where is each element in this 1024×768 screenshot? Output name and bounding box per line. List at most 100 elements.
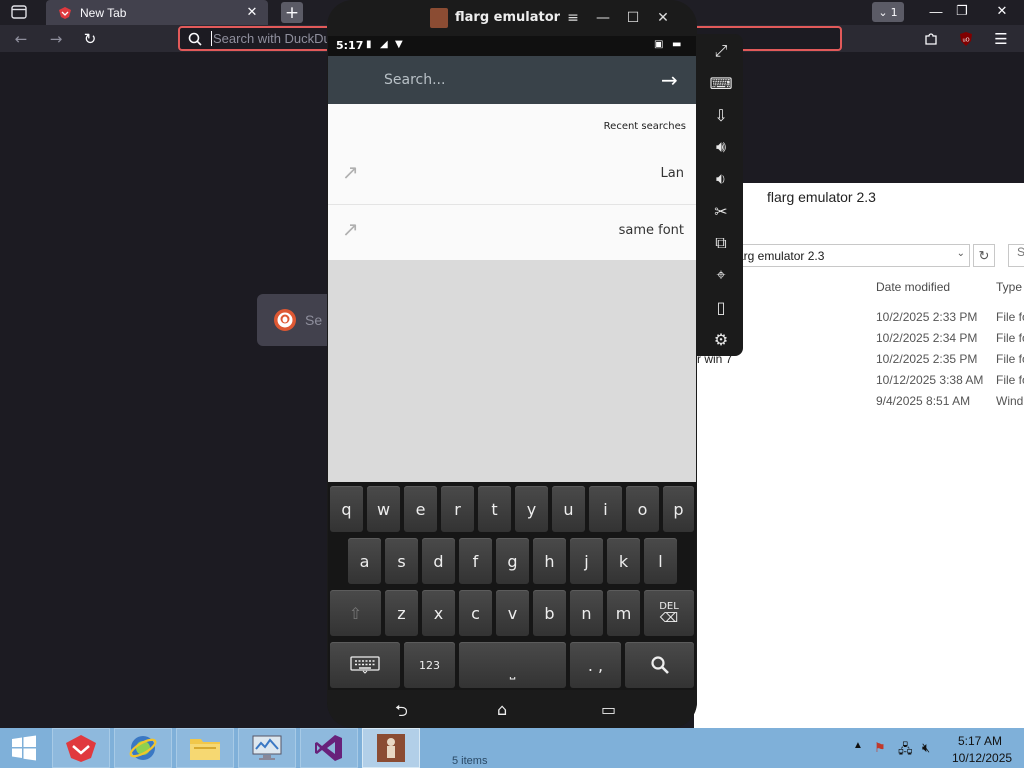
windows-logo-icon <box>12 735 36 761</box>
explorer-status-items: 5 items <box>452 755 488 767</box>
shift-key[interactable]: ⇧ <box>330 590 381 636</box>
search-field[interactable]: S <box>1008 244 1024 267</box>
screenshot-icon[interactable]: ✂ <box>710 200 732 222</box>
key-q[interactable]: q <box>330 486 363 532</box>
search-input[interactable]: Search... <box>384 72 445 88</box>
column-date-modified[interactable]: Date modified <box>876 280 950 294</box>
install-apk-icon[interactable]: ⇩ <box>710 104 732 126</box>
key-i[interactable]: i <box>589 486 622 532</box>
key-w[interactable]: w <box>367 486 400 532</box>
settings-icon[interactable]: ⚙ <box>710 328 732 350</box>
location-icon[interactable]: ⌖ <box>710 264 732 286</box>
network-icon[interactable]: 🖧︎ <box>898 740 913 762</box>
arrow-up-left-icon[interactable]: ↗ <box>342 160 359 184</box>
minimize-icon[interactable]: — <box>593 8 613 28</box>
list-all-tabs-button[interactable]: ⌄ 1 <box>872 2 904 22</box>
maximize-icon[interactable]: ☐ <box>623 8 643 28</box>
show-hidden-icons-icon[interactable]: ▲ <box>853 740 863 751</box>
space-bar-icon: ⎵ <box>509 664 516 680</box>
back-icon[interactable]: ⮌ <box>395 700 408 727</box>
menu-icon[interactable]: ≡ <box>563 8 583 28</box>
space-key[interactable]: ⎵ <box>459 642 566 688</box>
tab-new-tab[interactable]: New Tab ✕ <box>46 0 268 25</box>
emulator-sidebar: ⤢ ⌨ ⇩ 🔊︎ 🔉︎ ✂ ⧉ ⌖ ▯ ⚙ <box>697 34 743 356</box>
back-icon[interactable]: ← <box>10 28 32 50</box>
key-f[interactable]: f <box>459 538 492 584</box>
recent-apps-icon[interactable]: ▭ <box>601 700 616 719</box>
taskbar: ▲ ⚑ 🖧︎ 🔇︎ 5:17 AM 10/12/2025 <box>0 728 1024 768</box>
key-l[interactable]: l <box>644 538 677 584</box>
taskbar-flarg-emulator[interactable] <box>362 728 420 768</box>
key-d[interactable]: d <box>422 538 455 584</box>
arrow-up-left-icon[interactable]: ↗ <box>342 217 359 241</box>
minimize-icon[interactable]: — <box>922 0 950 22</box>
arrow-right-icon[interactable]: → <box>661 68 678 92</box>
numbers-key[interactable]: 123 <box>404 642 455 688</box>
close-icon[interactable]: ✕ <box>653 8 673 28</box>
close-tab-icon[interactable]: ✕ <box>244 5 260 20</box>
wifi-icon: ▼ <box>395 39 403 50</box>
key-z[interactable]: z <box>385 590 418 636</box>
key-h[interactable]: h <box>533 538 566 584</box>
key-n[interactable]: n <box>570 590 603 636</box>
row-type: File fo <box>996 352 1024 366</box>
key-y[interactable]: y <box>515 486 548 532</box>
column-type[interactable]: Type <box>996 280 1022 294</box>
key-s[interactable]: s <box>385 538 418 584</box>
reload-icon[interactable]: ↻ <box>79 28 101 50</box>
address-bar[interactable]: flarg emulator 2.3 ⌄ <box>726 244 970 267</box>
delete-key[interactable]: DEL ⌫ <box>644 590 694 636</box>
cell-signal-icon: ◢ <box>380 39 388 50</box>
new-tab-button[interactable]: + <box>281 2 303 23</box>
key-j[interactable]: j <box>570 538 603 584</box>
key-b[interactable]: b <box>533 590 566 636</box>
punctuation-key[interactable]: . , <box>570 642 621 688</box>
key-g[interactable]: g <box>496 538 529 584</box>
close-window-icon[interactable]: ✕ <box>980 0 1024 22</box>
menu-icon[interactable]: ☰ <box>990 28 1012 50</box>
refresh-icon[interactable]: ↻ <box>973 244 995 267</box>
volume-down-icon[interactable]: 🔉︎ <box>710 168 732 190</box>
key-t[interactable]: t <box>478 486 511 532</box>
keyboard-icon[interactable]: ⌨ <box>709 72 732 94</box>
key-k[interactable]: k <box>607 538 640 584</box>
recent-search-item[interactable]: ↗ same font <box>328 204 696 260</box>
volume-up-icon[interactable]: 🔊︎ <box>710 136 732 158</box>
home-icon[interactable]: ⌂ <box>497 700 507 719</box>
search-bar[interactable]: Search... → <box>328 56 696 104</box>
search-key[interactable] <box>625 642 694 688</box>
forward-icon[interactable]: → <box>45 28 67 50</box>
ublock-origin-icon[interactable]: uO <box>955 28 977 50</box>
tab-overview-icon[interactable] <box>8 2 30 22</box>
recent-search-text: same font <box>618 223 684 238</box>
recent-search-item[interactable]: ↗ Lan <box>328 148 696 204</box>
taskbar-firefox[interactable] <box>52 728 110 768</box>
restore-icon[interactable]: ❐ <box>948 0 976 22</box>
key-c[interactable]: c <box>459 590 492 636</box>
taskbar-file-explorer[interactable] <box>176 728 234 768</box>
key-p[interactable]: p <box>663 486 694 532</box>
taskbar-monitor[interactable] <box>238 728 296 768</box>
action-center-icon[interactable]: ⚑ <box>874 740 886 756</box>
volume-muted-icon[interactable]: 🔇︎ <box>922 740 930 756</box>
key-e[interactable]: e <box>404 486 437 532</box>
tray-time[interactable]: 5:17 AM <box>958 734 1002 748</box>
shake-icon[interactable]: ▯ <box>710 296 732 318</box>
chevron-down-icon[interactable]: ⌄ <box>957 248 965 259</box>
keyboard-switch-key[interactable] <box>330 642 400 688</box>
key-a[interactable]: a <box>348 538 381 584</box>
start-button[interactable] <box>0 728 48 768</box>
file-explorer-window: flarg emulator 2.3 flarg emulator 2.3 ⌄ … <box>694 183 1024 728</box>
key-m[interactable]: m <box>607 590 640 636</box>
tray-date[interactable]: 10/12/2025 <box>952 751 1012 765</box>
key-v[interactable]: v <box>496 590 529 636</box>
key-r[interactable]: r <box>441 486 474 532</box>
extensions-icon[interactable] <box>920 28 942 50</box>
key-u[interactable]: u <box>552 486 585 532</box>
key-x[interactable]: x <box>422 590 455 636</box>
key-o[interactable]: o <box>626 486 659 532</box>
multi-instance-icon[interactable]: ⧉ <box>710 232 732 254</box>
fullscreen-icon[interactable]: ⤢ <box>710 40 732 62</box>
taskbar-ie[interactable] <box>114 728 172 768</box>
taskbar-visual-studio[interactable] <box>300 728 358 768</box>
